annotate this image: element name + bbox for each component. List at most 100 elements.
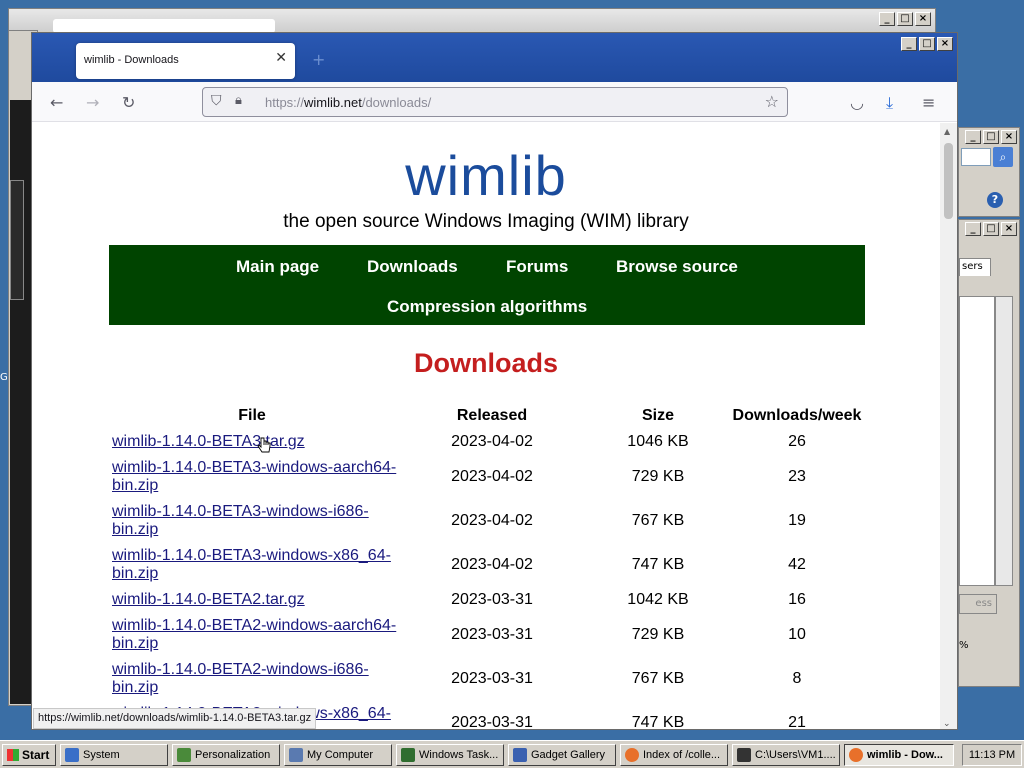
release-date: 2023-04-02	[451, 433, 533, 450]
explorer-window-2-controls: _ □ ×	[965, 222, 1017, 236]
scrollbar-thumb[interactable]	[944, 143, 953, 219]
maximize-icon[interactable]: □	[897, 12, 913, 26]
column-header-downloads-week: Downloads/week	[732, 407, 862, 424]
close-icon[interactable]: ×	[915, 12, 931, 26]
background-explorer-window-1: _ □ × ⌕ ?	[958, 127, 1020, 217]
taskbar-item-my-computer[interactable]: My Computer	[284, 744, 392, 766]
file-size: 729 KB	[631, 468, 685, 485]
background-console-inner	[10, 180, 24, 300]
site-logo[interactable]: wimlib	[32, 143, 940, 208]
background-window-controls: _ □ ×	[879, 12, 931, 26]
file-link[interactable]: wimlib-1.14.0-BETA2.tar.gz	[112, 591, 412, 609]
windows-logo-icon	[7, 749, 19, 761]
file-link[interactable]: wimlib-1.14.0-BETA2-windows-i686-bin.zip	[112, 661, 412, 697]
file-size: 1042 KB	[627, 591, 689, 608]
maximize-icon[interactable]: □	[919, 37, 935, 51]
forward-arrow-icon[interactable]: →	[86, 93, 99, 112]
file-size: 1046 KB	[627, 433, 689, 450]
system-clock[interactable]: 11:13 PM	[962, 744, 1022, 766]
new-tab-icon[interactable]: +	[312, 50, 325, 69]
site-tagline: the open source Windows Imaging (WIM) li…	[283, 211, 689, 232]
release-date: 2023-04-02	[451, 556, 533, 573]
taskbar-item-7zip-folder[interactable]: C:\Users\VM1....	[732, 744, 840, 766]
downloads-count: 26	[788, 433, 806, 450]
minimize-icon[interactable]: _	[901, 37, 917, 51]
navigation-toolbar: ← → ↻ ⛉ 🔒︎ https://wimlib.net/downloads/…	[32, 82, 957, 122]
explorer-window-1-controls: _ □ ×	[965, 130, 1017, 144]
back-arrow-icon[interactable]: ←	[50, 93, 63, 112]
nav-downloads[interactable]: Downloads	[367, 257, 458, 277]
help-icon[interactable]: ?	[987, 192, 1003, 208]
file-size: 729 KB	[631, 626, 685, 643]
column-header-size: Size	[641, 407, 674, 424]
minimize-icon[interactable]: _	[965, 130, 981, 144]
maximize-icon[interactable]: □	[983, 130, 999, 144]
taskbar-item-gadget-gallery[interactable]: Gadget Gallery	[508, 744, 616, 766]
tab-strip: wimlib - Downloads ✕ + _ □ ×	[32, 33, 957, 82]
explorer-tab-users[interactable]: sers	[959, 258, 991, 276]
close-icon[interactable]: ×	[1001, 222, 1017, 236]
nav-compression-algorithms[interactable]: Compression algorithms	[387, 297, 587, 317]
explorer-search-input[interactable]	[961, 148, 991, 166]
column-header-file: File	[238, 407, 266, 424]
file-size: 747 KB	[631, 556, 685, 573]
close-icon[interactable]: ×	[937, 37, 953, 51]
link-status-bar: https://wimlib.net/downloads/wimlib-1.14…	[33, 708, 317, 729]
pocket-icon[interactable]: ◡	[850, 93, 864, 112]
minimize-icon[interactable]: _	[879, 12, 895, 26]
site-nav-bar: Main page Downloads Forums Browse source…	[109, 245, 865, 325]
downloads-count: 42	[788, 556, 806, 573]
lock-icon[interactable]: 🔒︎	[235, 93, 242, 108]
browser-window: wimlib - Downloads ✕ + _ □ × ← → ↻ ⛉ 🔒︎ …	[31, 32, 958, 730]
file-link[interactable]: wimlib-1.14.0-BETA3-windows-aarch64-bin.…	[112, 459, 412, 495]
taskbar-item-wimlib-browser[interactable]: wimlib - Dow...	[844, 744, 954, 766]
taskbar: Start System Personalization My Computer…	[0, 740, 1024, 768]
nav-browse-source[interactable]: Browse source	[616, 257, 738, 277]
release-date: 2023-03-31	[451, 591, 533, 608]
page-content: wimlib the open source Windows Imaging (…	[32, 123, 940, 730]
file-link[interactable]: wimlib-1.14.0-BETA3-windows-x86_64-bin.z…	[112, 547, 412, 583]
taskbar-item-personalization[interactable]: Personalization	[172, 744, 280, 766]
task-manager-icon	[401, 748, 415, 762]
shield-icon[interactable]: ⛉	[211, 93, 222, 109]
scroll-up-icon[interactable]: ▲	[944, 127, 950, 136]
downloads-count: 21	[788, 714, 806, 730]
menu-icon[interactable]: ≡	[922, 93, 935, 112]
reload-icon[interactable]: ↻	[122, 93, 135, 112]
taskbar-item-task-manager[interactable]: Windows Task...	[396, 744, 504, 766]
close-tab-icon[interactable]: ✕	[275, 50, 287, 66]
explorer-percent-label: %	[959, 640, 969, 651]
search-icon[interactable]: ⌕	[993, 147, 1013, 167]
nav-forums[interactable]: Forums	[506, 257, 568, 277]
release-date: 2023-04-02	[451, 512, 533, 529]
file-link[interactable]: wimlib-1.14.0-BETA2-windows-aarch64-bin.…	[112, 617, 412, 653]
column-header-released: Released	[456, 407, 528, 424]
downloads-count: 19	[788, 512, 806, 529]
maximize-icon[interactable]: □	[983, 222, 999, 236]
url-text[interactable]: https://wimlib.net/downloads/	[265, 95, 431, 110]
background-left-letter: G	[0, 372, 8, 383]
start-button[interactable]: Start	[2, 744, 56, 766]
scroll-down-icon[interactable]: ⌄	[943, 719, 951, 729]
release-date: 2023-04-02	[451, 468, 533, 485]
explorer-process-button[interactable]: ess	[959, 594, 997, 614]
file-link[interactable]: wimlib-1.14.0-BETA3-windows-i686-bin.zip	[112, 503, 412, 539]
close-icon[interactable]: ×	[1001, 130, 1017, 144]
gadget-icon	[513, 748, 527, 762]
file-size: 767 KB	[631, 512, 685, 529]
firefox-icon	[625, 748, 639, 762]
file-size: 747 KB	[631, 714, 685, 730]
browser-tab[interactable]: wimlib - Downloads ✕	[76, 43, 295, 79]
page-scrollbar[interactable]: ▲ ⌄	[940, 123, 957, 729]
explorer-scrollbar[interactable]	[995, 296, 1013, 586]
bookmark-star-icon[interactable]: ☆	[765, 92, 779, 111]
downloads-count: 16	[788, 591, 806, 608]
taskbar-item-index-browser[interactable]: Index of /colle...	[620, 744, 728, 766]
release-date: 2023-03-31	[451, 626, 533, 643]
minimize-icon[interactable]: _	[965, 222, 981, 236]
taskbar-item-system[interactable]: System	[60, 744, 168, 766]
url-bar[interactable]: ⛉ 🔒︎ https://wimlib.net/downloads/ ☆	[202, 87, 788, 117]
nav-main-page[interactable]: Main page	[236, 257, 319, 277]
background-explorer-window-2: _ □ × sers ess %	[958, 219, 1020, 687]
download-icon[interactable]: ⤓	[886, 93, 893, 113]
